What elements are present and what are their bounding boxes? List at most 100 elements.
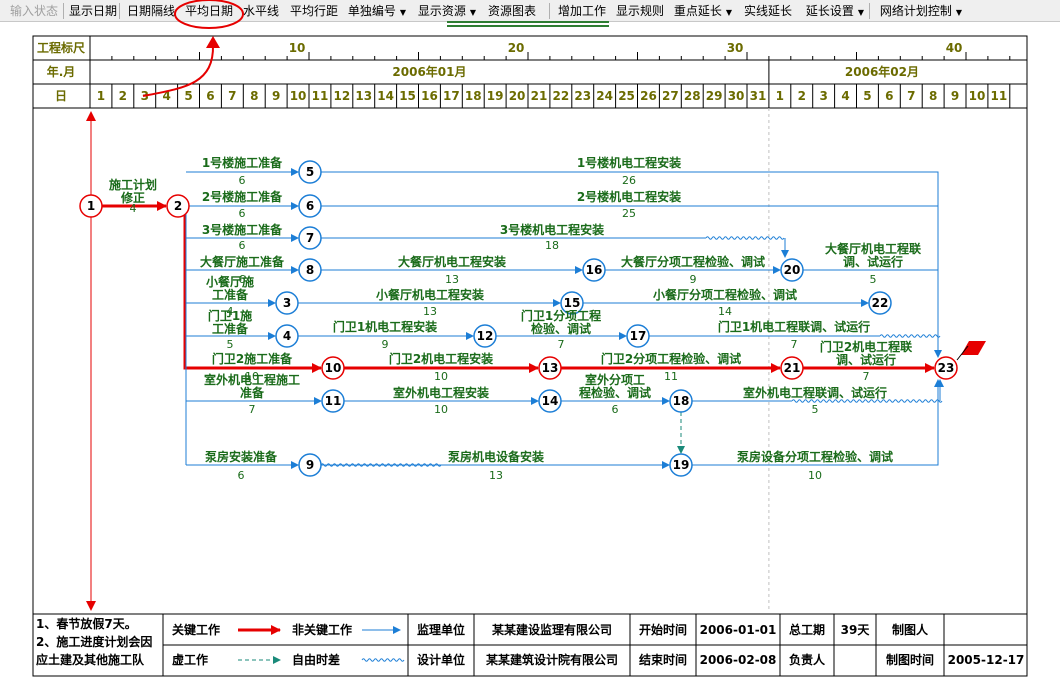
task-duration-22: 7	[249, 403, 256, 416]
day-cell: 7	[228, 89, 236, 103]
task-name-24-line2: 程检验、调试	[579, 385, 651, 400]
day-cell: 2	[119, 89, 127, 103]
day-cell: 4	[841, 89, 849, 103]
task-name-21-line2: 调、试运行	[836, 352, 896, 367]
footer-designer: 某某建筑设计院有限公司	[486, 652, 618, 667]
footer-note-1: 2、施工进度计划会因	[36, 634, 152, 649]
task-duration-1: 6	[239, 174, 246, 187]
day-cell: 22	[552, 89, 569, 103]
task-name-16: 门卫1分项工程	[521, 308, 601, 323]
task-name-25: 室外机电工程联调、试运行	[743, 385, 887, 400]
day-cell: 11	[312, 89, 329, 103]
day-cell: 15	[399, 89, 416, 103]
task-duration-15: 9	[382, 338, 389, 351]
day-cell: 21	[531, 89, 548, 103]
day-cell: 29	[706, 89, 723, 103]
task-name-12: 小餐厅机电工程安装	[376, 287, 484, 302]
day-cell: 3	[819, 89, 827, 103]
event-node-label-8: 8	[306, 263, 314, 277]
task-name-0: 施工计划	[109, 177, 157, 192]
task-name-5: 3号楼施工准备	[202, 222, 283, 237]
day-cell: 8	[250, 89, 258, 103]
event-node-label-5: 5	[306, 165, 314, 179]
day-cell: 6	[206, 89, 214, 103]
day-cell: 11	[990, 89, 1007, 103]
event-node-label-15: 15	[564, 296, 581, 310]
footer-designer-label: 设计单位	[417, 652, 465, 667]
task-duration-2: 26	[622, 174, 636, 187]
day-cell: 8	[929, 89, 937, 103]
event-node-label-18: 18	[673, 394, 690, 408]
event-node-label-10: 10	[325, 361, 342, 375]
day-cell: 6	[885, 89, 893, 103]
task-name-2: 1号楼机电工程安装	[577, 155, 681, 170]
task-name-10-line2: 调、试运行	[843, 254, 903, 269]
footer-supervisor: 某某建设监理有限公司	[492, 622, 612, 637]
task-name-15: 门卫1机电工程安装	[333, 319, 437, 334]
float-17-23	[879, 334, 941, 338]
task-name-8: 大餐厅机电工程安装	[398, 254, 506, 269]
event-node-label-22: 22	[872, 296, 889, 310]
task-name-9: 大餐厅分项工程检验、调试	[621, 254, 765, 269]
task-duration-9: 9	[690, 273, 697, 286]
day-cell: 26	[640, 89, 657, 103]
day-cell: 5	[184, 89, 192, 103]
day-cell: 10	[969, 89, 986, 103]
event-node-label-21: 21	[784, 361, 801, 375]
task-duration-6: 18	[545, 239, 559, 252]
day-cell: 2	[798, 89, 806, 103]
day-cell: 5	[863, 89, 871, 103]
event-node-label-17: 17	[630, 329, 647, 343]
task-name-24: 室外分项工	[585, 372, 645, 387]
event-node-label-23: 23	[938, 361, 955, 375]
task-name-14: 门卫1施	[208, 308, 252, 323]
footer-supervisor-label: 监理单位	[417, 622, 465, 637]
task-name-20: 门卫2分项工程检验、调试	[601, 351, 741, 366]
scale-tick-label: 40	[946, 41, 963, 55]
task-name-28: 泵房设备分项工程检验、调试	[737, 449, 893, 464]
task-duration-14: 5	[227, 338, 234, 351]
activity-labels: 施工计划修正41号楼施工准备61号楼机电工程安装262号楼施工准备62号楼机电工…	[109, 155, 921, 482]
day-cell: 20	[509, 89, 526, 103]
day-cell: 14	[377, 89, 394, 103]
task-name-21: 门卫2机电工程联	[820, 339, 912, 354]
event-node-label-3: 3	[283, 296, 291, 310]
task-duration-10: 5	[870, 273, 877, 286]
task-duration-4: 25	[622, 207, 636, 220]
day-cell: 28	[684, 89, 701, 103]
day-cell: 12	[333, 89, 350, 103]
event-node-label-6: 6	[306, 199, 314, 213]
task-name-22: 室外机电工程施工	[204, 372, 300, 387]
footer-start-label: 开始时间	[639, 622, 687, 637]
task-name-7: 大餐厅施工准备	[200, 254, 285, 269]
task-name-1: 1号楼施工准备	[202, 155, 283, 170]
day-cell: 24	[596, 89, 613, 103]
task-duration-19: 10	[434, 370, 448, 383]
legend-float-label: 自由时差	[292, 652, 340, 667]
float-9-19	[320, 463, 442, 467]
annotation-arrowhead	[206, 36, 220, 48]
task-name-6: 3号楼机电工程安装	[500, 222, 604, 237]
task-duration-28: 10	[808, 469, 822, 482]
footer-note-2: 应土建及其他施工队	[36, 652, 145, 667]
task-duration-24: 6	[612, 403, 619, 416]
task-name-3: 2号楼施工准备	[202, 189, 283, 204]
float-18-23	[791, 399, 943, 403]
task-name-17: 门卫1机电工程联调、试运行	[718, 319, 870, 334]
event-node-label-14: 14	[542, 394, 559, 408]
event-node-label-4: 4	[283, 329, 291, 343]
event-node-label-16: 16	[586, 263, 603, 277]
task-duration-26: 6	[238, 469, 245, 482]
task-duration-20: 11	[664, 370, 678, 383]
task-duration-13: 14	[718, 305, 732, 318]
footer-table: 1、春节放假7天。 2、施工进度计划会因应土建及其他施工队 关键工作 非关键工作虚工作…	[33, 613, 1027, 676]
event-node-label-19: 19	[673, 458, 690, 472]
day-cell: 30	[728, 89, 745, 103]
footer-end: 2006-02-08	[700, 653, 777, 667]
task-name-14-line2: 工准备	[212, 321, 249, 336]
footer-maker-label: 制图人	[892, 622, 929, 637]
annotation-arrow	[142, 44, 215, 97]
finish-flag	[961, 341, 986, 355]
task-name-10: 大餐厅机电工程联	[825, 241, 921, 256]
scale-tick-label: 30	[727, 41, 744, 55]
